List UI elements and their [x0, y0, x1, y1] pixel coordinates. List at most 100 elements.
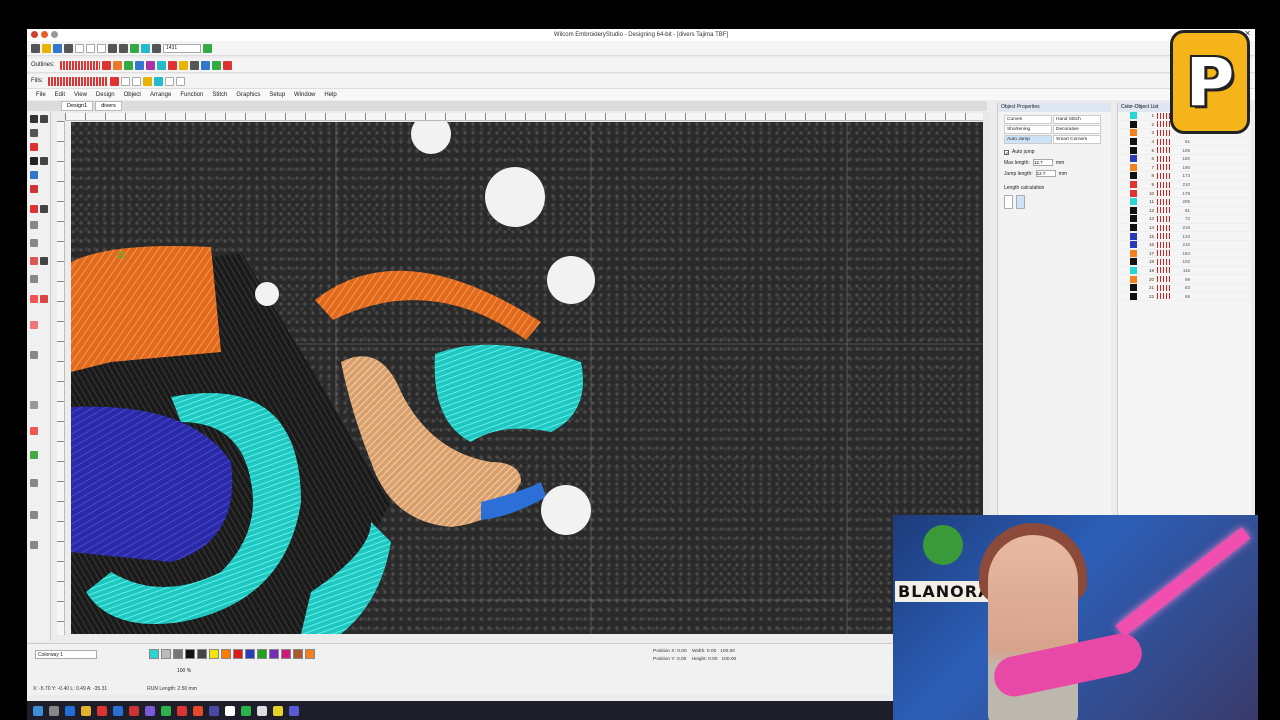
list-item[interactable]: 18 102	[1118, 258, 1251, 267]
branching-icon[interactable]	[143, 76, 153, 86]
menu-graphics[interactable]: Graphics	[236, 92, 260, 98]
tab-curves[interactable]: Curves	[1004, 115, 1052, 124]
satin-tool-icon[interactable]	[30, 205, 38, 213]
list-item[interactable]: 10 179	[1118, 189, 1251, 198]
shape-tool-icon[interactable]	[30, 221, 38, 229]
travel-icon[interactable]	[141, 43, 150, 53]
palette-color-swatch[interactable]	[293, 649, 303, 659]
app-icon-9[interactable]	[241, 705, 251, 716]
menu-function[interactable]: Function	[180, 92, 203, 98]
list-item[interactable]: 13 72	[1118, 215, 1251, 224]
design-canvas[interactable]	[71, 122, 983, 634]
lettering-icon[interactable]	[178, 60, 188, 70]
menu-object[interactable]: Object	[124, 92, 141, 98]
distribute-icon[interactable]	[165, 76, 175, 86]
app-icon-1[interactable]	[97, 705, 107, 716]
fill-stitch-types-icon[interactable]	[48, 76, 109, 86]
tab-decorative[interactable]: Decorative	[1053, 125, 1101, 134]
tatami-icon[interactable]	[123, 60, 133, 70]
applique-tool-icon[interactable]	[30, 295, 38, 303]
menu-design[interactable]: Design	[96, 92, 115, 98]
palette-color-swatch[interactable]	[185, 649, 195, 659]
align-left-icon[interactable]	[121, 76, 131, 86]
shape-icon[interactable]	[154, 76, 164, 86]
palette-color-swatch[interactable]	[233, 649, 243, 659]
palette-color-swatch[interactable]	[221, 649, 231, 659]
list-item[interactable]: 22 68	[1118, 292, 1251, 302]
axis-length-icon[interactable]	[1016, 195, 1025, 209]
palette-color-swatch[interactable]	[281, 649, 291, 659]
monogram-icon[interactable]	[30, 451, 38, 459]
list-item[interactable]: 5 105	[1118, 146, 1251, 155]
info-icon[interactable]	[189, 60, 199, 70]
color-icon[interactable]	[222, 60, 232, 70]
scale-height-value[interactable]: 100.00	[722, 657, 737, 662]
list-item[interactable]: 20 99	[1118, 275, 1251, 284]
zoom-field[interactable]: 1431	[163, 43, 201, 53]
zoom-percent[interactable]: 100 %	[177, 668, 191, 674]
fill-pattern-icon[interactable]	[110, 76, 120, 86]
list-item[interactable]: 14 218	[1118, 224, 1251, 233]
tab-design1[interactable]: Design1	[61, 101, 94, 111]
tab-hand-stitch[interactable]: Hand Stitch	[1053, 115, 1101, 124]
menu-stitch[interactable]: Stitch	[212, 92, 227, 98]
motif-icon[interactable]	[156, 60, 166, 70]
redo-icon[interactable]	[119, 43, 128, 53]
colorway-select[interactable]: Colorway 1	[35, 650, 97, 659]
fill-icon[interactable]	[112, 60, 122, 70]
app-icon-10[interactable]	[257, 705, 267, 716]
app-icon-12[interactable]	[289, 705, 299, 716]
list-item[interactable]: 19 115	[1118, 266, 1251, 276]
mirror-icon[interactable]	[176, 76, 186, 86]
menu-file[interactable]: File	[36, 92, 46, 98]
app-icon-4[interactable]	[145, 705, 155, 716]
app-icon-6[interactable]	[193, 705, 203, 716]
trim-icon[interactable]	[167, 60, 177, 70]
measure-icon[interactable]	[30, 351, 38, 359]
quick-access-icons[interactable]	[31, 31, 58, 38]
ellipse-icon[interactable]	[30, 239, 38, 247]
explorer-icon[interactable]	[81, 705, 91, 716]
sequin-icon[interactable]	[30, 511, 38, 519]
transform-icon[interactable]	[211, 60, 221, 70]
digitize-icon[interactable]	[30, 143, 38, 151]
cut-icon[interactable]	[75, 43, 84, 53]
list-item[interactable]: 8 173	[1118, 172, 1251, 181]
knife-icon[interactable]	[30, 275, 38, 283]
app-icon-11[interactable]	[273, 705, 283, 716]
tab-shortening[interactable]: Shortening	[1004, 125, 1052, 134]
list-item[interactable]: 7 190	[1118, 163, 1251, 173]
list-item[interactable]: 17 184	[1118, 249, 1251, 259]
node-icon[interactable]	[40, 157, 48, 165]
menu-view[interactable]: View	[74, 92, 87, 98]
list-item[interactable]: 21 83	[1118, 284, 1251, 293]
palette-color-swatch[interactable]	[269, 649, 279, 659]
straight-length-icon[interactable]	[1004, 195, 1013, 209]
app-icon-2[interactable]	[113, 705, 123, 716]
break-apart-icon[interactable]	[40, 295, 48, 303]
list-item[interactable]: 6 180	[1118, 155, 1251, 164]
applique-icon[interactable]	[134, 60, 144, 70]
overlap-icon[interactable]	[30, 401, 38, 409]
rectangle-icon[interactable]	[40, 205, 48, 213]
layout-icon[interactable]	[200, 60, 210, 70]
scale-width-value[interactable]: 100.00	[720, 649, 735, 654]
position-x-value[interactable]: 0.00	[677, 649, 686, 654]
tab-auto-jump[interactable]: Auto Jump	[1004, 135, 1052, 144]
app-icon-7[interactable]	[209, 705, 219, 716]
stitch-player-icon[interactable]	[130, 43, 139, 53]
palette-color-swatch[interactable]	[305, 649, 315, 659]
list-item[interactable]: 16 216	[1118, 241, 1251, 250]
menu-window[interactable]: Window	[294, 92, 315, 98]
zoom-icon[interactable]	[152, 43, 161, 53]
circle-icon[interactable]	[40, 257, 48, 265]
position-y-value[interactable]: 0.00	[677, 657, 686, 662]
tab-smart-corners[interactable]: Smart Corners	[1053, 135, 1101, 144]
team-names-icon[interactable]	[30, 479, 38, 487]
spotify-icon[interactable]	[161, 705, 171, 716]
run-tool-icon[interactable]	[30, 185, 38, 193]
list-item[interactable]: 15 133	[1118, 232, 1251, 241]
align-center-icon[interactable]	[132, 76, 142, 86]
trace-icon[interactable]	[30, 427, 38, 435]
jump-length-field[interactable]	[1035, 170, 1056, 177]
